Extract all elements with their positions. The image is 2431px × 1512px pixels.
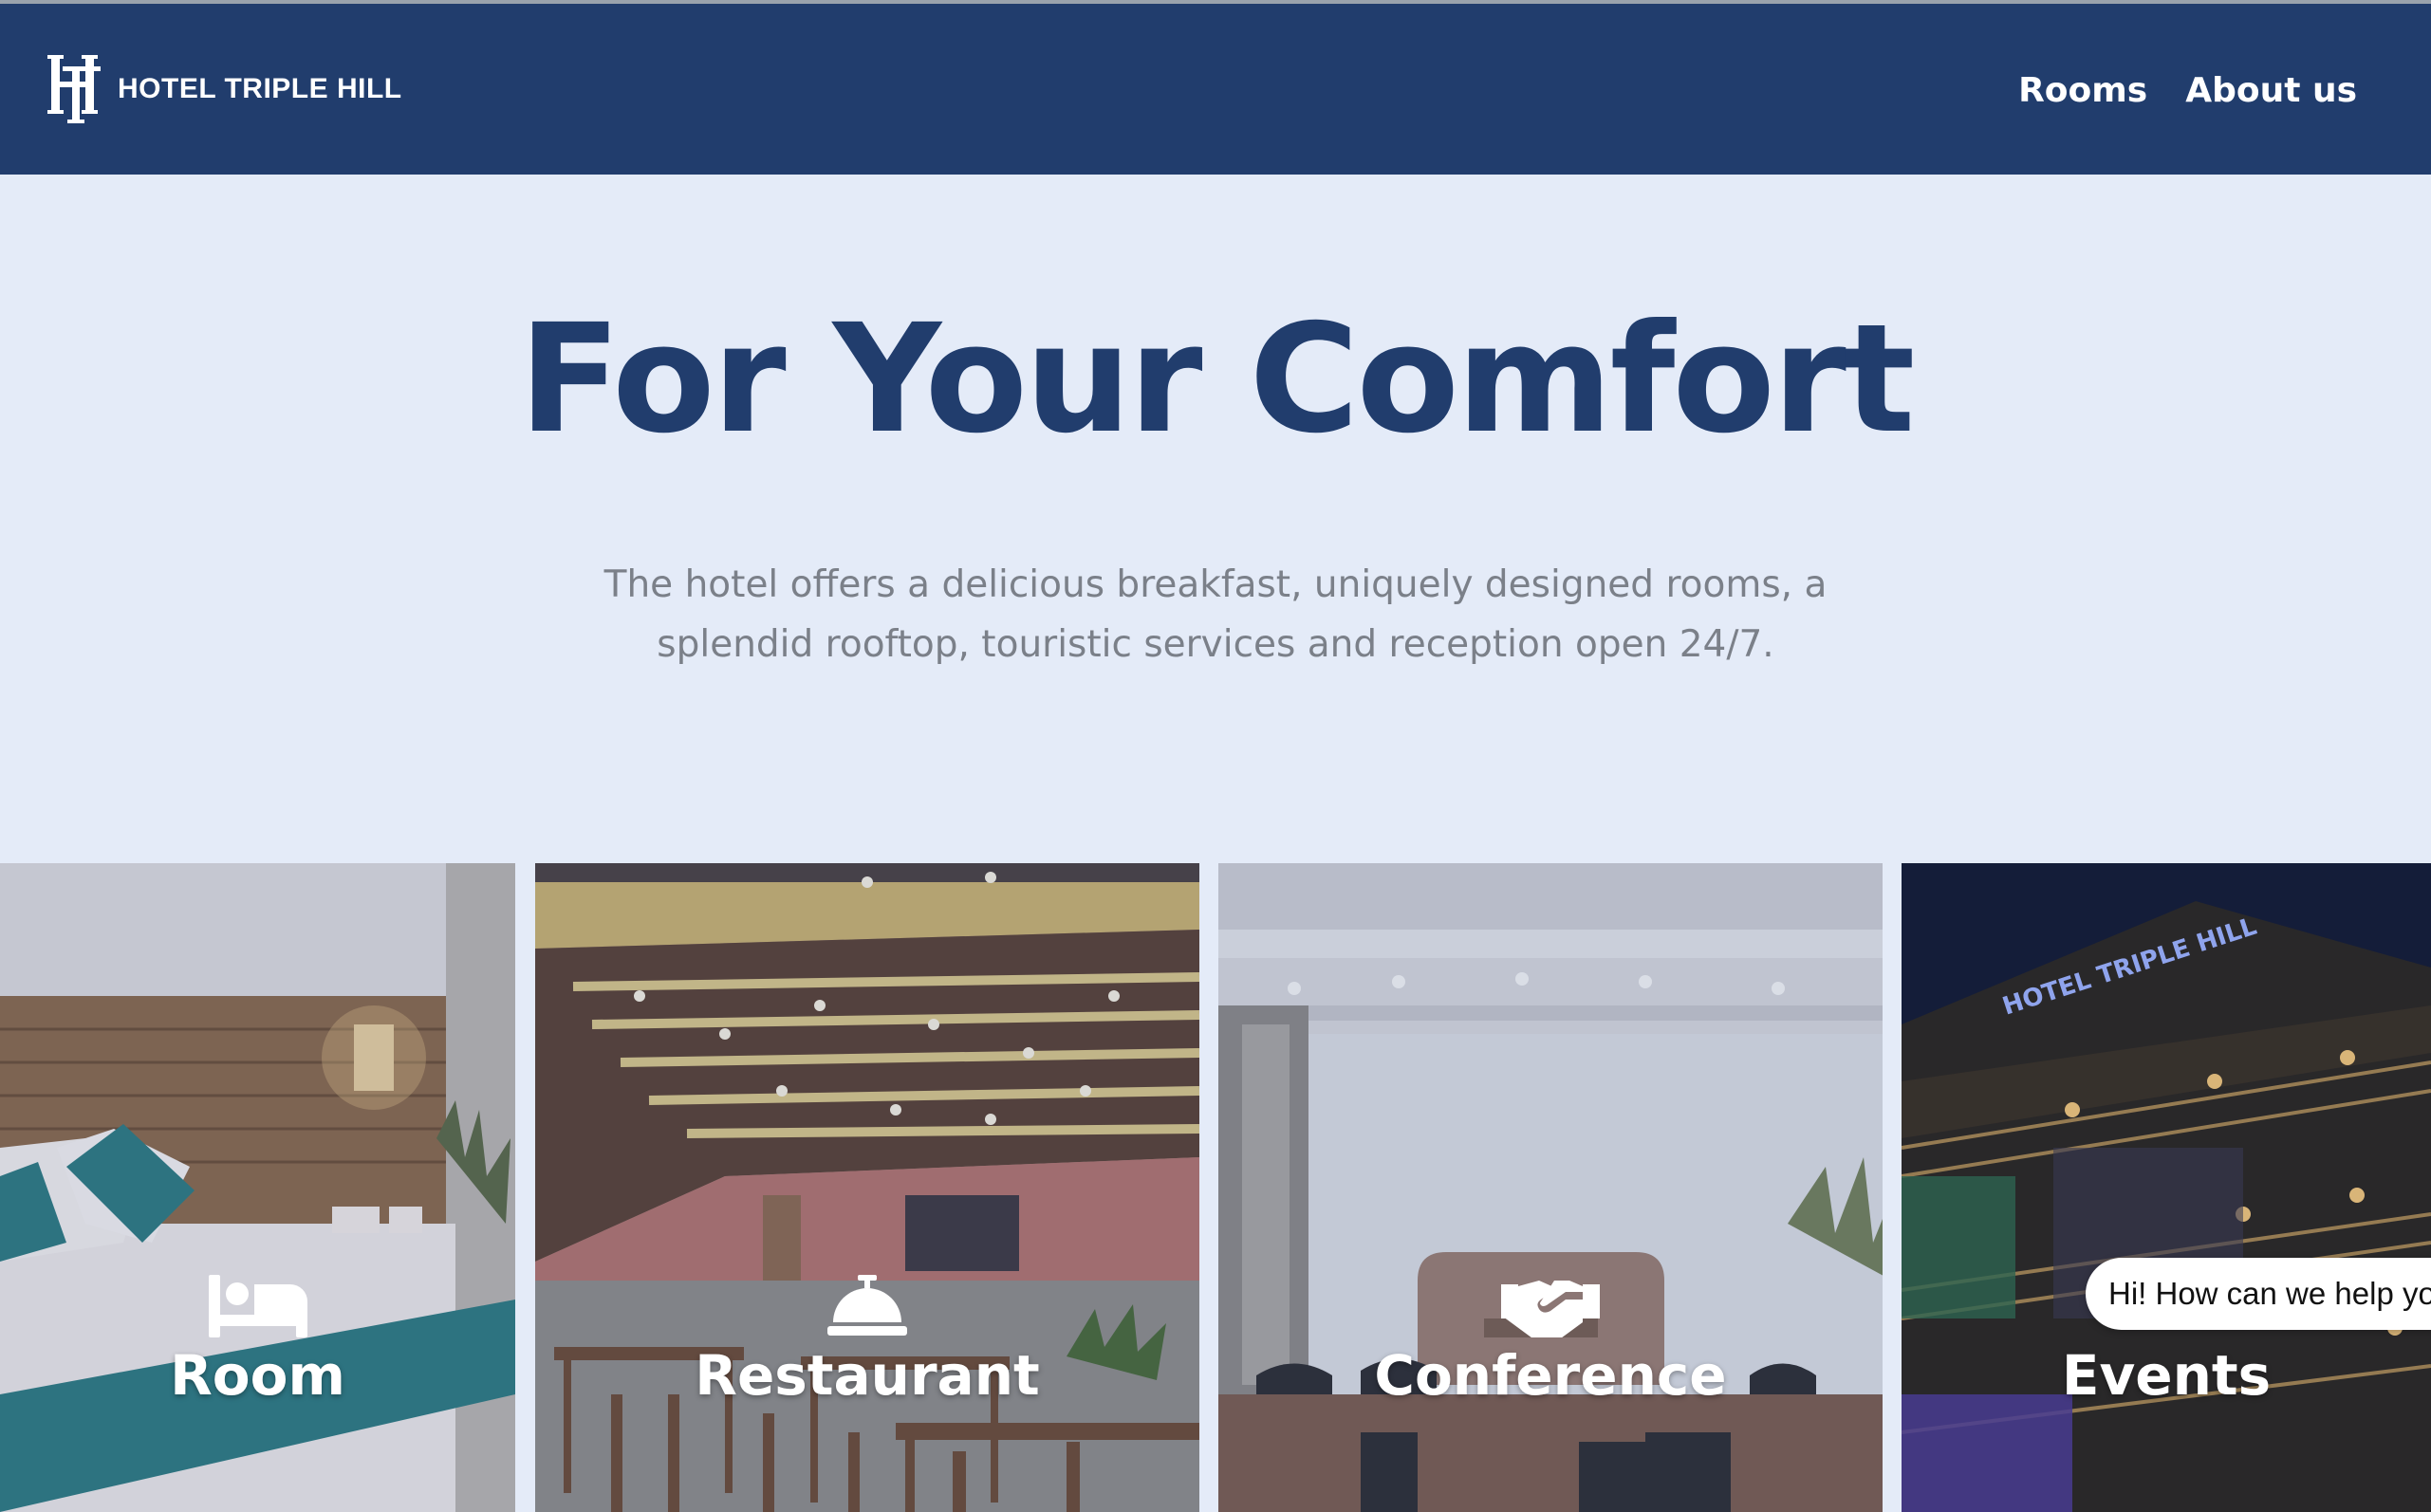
hotel-logo-icon: [47, 55, 101, 123]
service-label-conference: Conference: [1374, 1343, 1727, 1408]
hero-subtitle: The hotel offers a delicious breakfast, …: [603, 563, 1828, 666]
room-photo: [0, 863, 515, 1512]
service-card-events[interactable]: HOTEL TRIPLE HILL Events: [1902, 863, 2431, 1512]
service-card-restaurant[interactable]: Restaurant: [535, 863, 1199, 1512]
hero-title: For Your Comfort: [518, 292, 1916, 467]
service-bell-icon: [827, 1275, 907, 1336]
navbar: HOTEL TRIPLE HILL Rooms About us: [0, 4, 2431, 175]
conference-photo: [1218, 863, 1883, 1512]
chat-greeting-text: Hi! How can we help you?: [2108, 1276, 2431, 1311]
brand-name: HOTEL TRIPLE HILL: [118, 73, 402, 104]
service-label-room: Room: [170, 1343, 345, 1408]
handshake-icon: [1501, 1281, 1600, 1337]
restaurant-photo: [535, 863, 1199, 1512]
service-card-room[interactable]: Room: [0, 863, 515, 1512]
service-label-events: Events: [2061, 1343, 2272, 1408]
nav-link-rooms[interactable]: Rooms: [2018, 63, 2147, 120]
bed-icon: [208, 1275, 307, 1337]
events-photo: HOTEL TRIPLE HILL: [1902, 863, 2431, 1512]
chat-greeting-bubble[interactable]: Hi! How can we help you?: [2086, 1258, 2431, 1330]
brand-logo-link[interactable]: HOTEL TRIPLE HILL: [47, 53, 402, 125]
main-nav: Rooms About us: [2018, 63, 2357, 120]
nav-link-about-us[interactable]: About us: [2185, 63, 2357, 120]
service-label-restaurant: Restaurant: [695, 1343, 1040, 1408]
service-card-conference[interactable]: Conference: [1218, 863, 1883, 1512]
